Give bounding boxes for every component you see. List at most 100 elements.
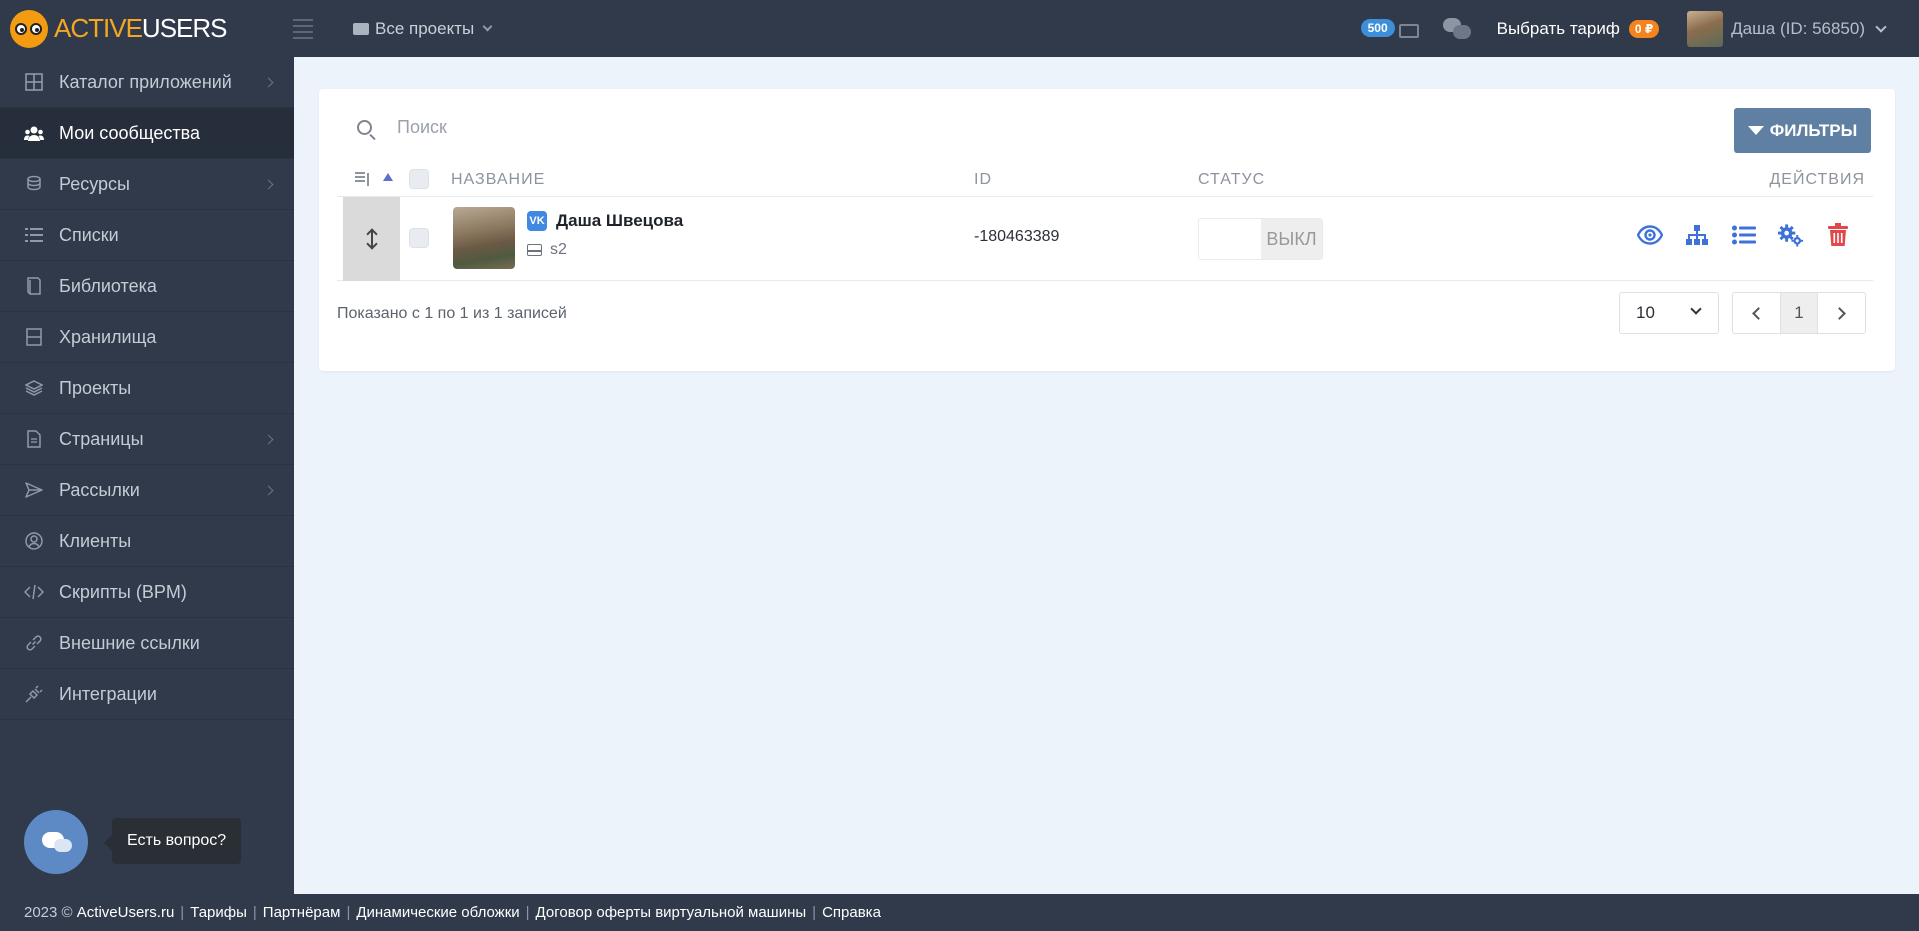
community-id: -180463389: [974, 228, 1060, 245]
sidebar-item-library[interactable]: Библиотека: [0, 261, 294, 312]
sidebar-item-lists[interactable]: Списки: [0, 210, 294, 261]
status-toggle[interactable]: ВЫКЛ: [1198, 218, 1323, 260]
row-checkbox[interactable]: [409, 228, 429, 248]
select-all-checkbox[interactable]: [409, 169, 429, 189]
footer: 2023 © ActiveUsers.ru | Тарифы | Партнёр…: [0, 894, 1919, 931]
footer-link-offer[interactable]: Договор оферты виртуальной машины: [536, 904, 807, 921]
sidebar-item-integrations[interactable]: Интеграции: [0, 669, 294, 720]
sidebar-item-communities[interactable]: Мои сообщества: [0, 108, 294, 159]
chevron-down-icon: [482, 21, 493, 32]
folder-icon: [353, 22, 369, 35]
sidebar-item-scripts[interactable]: Скрипты (BPM): [0, 567, 294, 618]
sidebar-item-label: Ресурсы: [59, 173, 130, 194]
users-icon: [24, 123, 44, 143]
chevron-right-icon: [1833, 306, 1846, 320]
sidebar-item-label: Каталог приложений: [59, 71, 232, 92]
sidebar-item-resources[interactable]: Ресурсы: [0, 159, 294, 210]
sidebar-item-storage[interactable]: Хранилища: [0, 312, 294, 363]
menu-toggle-icon[interactable]: [293, 18, 313, 39]
communities-card: Поиск ФИЛЬТРЫ НАЗВАНИЕ ID СТАТУС ДЕЙСТВИ…: [319, 89, 1895, 371]
help-chat-button[interactable]: [24, 810, 88, 874]
sidebar-item-label: Страницы: [59, 428, 144, 449]
sidebar-item-label: Библиотека: [59, 275, 157, 296]
help-tooltip[interactable]: Есть вопрос?: [103, 818, 242, 864]
storage-label: s2: [550, 241, 567, 258]
chat-icon[interactable]: [1442, 17, 1471, 40]
column-name-header[interactable]: НАЗВАНИЕ: [451, 171, 545, 189]
next-page-button[interactable]: [1818, 293, 1865, 333]
sort-asc-icon[interactable]: [383, 173, 393, 181]
projects-dropdown[interactable]: Все проекты: [353, 19, 493, 39]
trash-icon[interactable]: [1824, 221, 1851, 248]
pagination: 1: [1732, 292, 1866, 334]
chevron-right-icon: [263, 77, 274, 87]
grid-icon: [24, 72, 44, 92]
footer-link-partners[interactable]: Партнёрам: [263, 904, 341, 921]
column-status-header[interactable]: СТАТУС: [1198, 171, 1265, 189]
chevron-right-icon: [263, 434, 274, 444]
sidebar-item-label: Проекты: [59, 377, 132, 398]
prev-page-button[interactable]: [1733, 293, 1780, 333]
list-icon: [24, 225, 44, 245]
sidebar-item-label: Клиенты: [59, 530, 132, 551]
column-id-header[interactable]: ID: [974, 171, 992, 189]
search-input[interactable]: Поиск: [397, 117, 447, 138]
sidebar-item-label: Внешние ссылки: [59, 632, 200, 653]
balance-badge: 0 ₽: [1628, 19, 1660, 38]
sidebar-item-external-links[interactable]: Внешние ссылки: [0, 618, 294, 669]
storage-icon: [527, 244, 542, 256]
list-icon[interactable]: [1730, 221, 1757, 248]
top-bar: ACTIVEUSERS Все проекты 500 Выбрать тари…: [0, 0, 1919, 57]
file-icon: [24, 429, 44, 449]
user-label: Даша (ID: 56850): [1731, 18, 1865, 38]
table-header: НАЗВАНИЕ ID СТАТУС ДЕЙСТВИЯ: [337, 161, 1873, 197]
filters-label: ФИЛЬТРЫ: [1769, 120, 1858, 140]
sidebar-item-pages[interactable]: Страницы: [0, 414, 294, 465]
layers-icon: [24, 378, 44, 398]
footer-link-site[interactable]: ActiveUsers.ru: [77, 904, 175, 921]
search-bar[interactable]: Поиск: [357, 117, 447, 138]
eye-icon[interactable]: [1636, 221, 1663, 248]
filters-button[interactable]: ФИЛЬТРЫ: [1734, 108, 1871, 153]
chevron-left-icon: [1752, 306, 1765, 320]
records-info: Показано с 1 по 1 из 1 записей: [337, 305, 567, 322]
sidebar-item-projects[interactable]: Проекты: [0, 363, 294, 414]
logo[interactable]: ACTIVEUSERS: [0, 0, 293, 57]
user-circle-icon: [24, 531, 44, 551]
sort-icon[interactable]: [353, 172, 373, 188]
sidebar-item-mailings[interactable]: Рассылки: [0, 465, 294, 516]
community-name[interactable]: Даша Швецова: [556, 211, 683, 231]
chevron-down-icon: [1690, 303, 1702, 315]
sidebar-item-label: Хранилища: [59, 326, 157, 347]
drag-handle-icon[interactable]: [343, 197, 400, 281]
send-icon: [24, 480, 44, 500]
gears-icon[interactable]: [1777, 221, 1804, 248]
copyright: 2023 ©: [24, 904, 73, 921]
status-off-label: ВЫКЛ: [1261, 219, 1322, 259]
footer-link-tariffs[interactable]: Тарифы: [190, 904, 247, 921]
sidebar-item-clients[interactable]: Клиенты: [0, 516, 294, 567]
footer-link-covers[interactable]: Динамические обложки: [356, 904, 519, 921]
sitemap-icon[interactable]: [1683, 221, 1710, 248]
book-icon: [24, 276, 44, 296]
sidebar-item-label: Мои сообщества: [59, 122, 201, 143]
sidebar-item-label: Интеграции: [59, 683, 157, 704]
sidebar: Каталог приложений Мои сообщества Ресурс…: [0, 57, 294, 894]
row-actions: [1636, 221, 1851, 248]
filter-icon: [1747, 126, 1764, 135]
sidebar-item-label: Скрипты (BPM): [59, 581, 187, 602]
storage-icon: [24, 327, 44, 347]
coins-icon: [24, 174, 44, 194]
page-1-button[interactable]: 1: [1780, 293, 1818, 333]
footer-link-help[interactable]: Справка: [822, 904, 881, 921]
sidebar-item-label: Списки: [59, 224, 119, 245]
user-menu[interactable]: Даша (ID: 56850): [1687, 10, 1887, 47]
vk-icon: VK: [527, 211, 547, 231]
sidebar-item-label: Рассылки: [59, 479, 140, 500]
plug-icon: [24, 684, 44, 704]
sidebar-item-catalog[interactable]: Каталог приложений: [0, 57, 294, 108]
choose-tariff-button[interactable]: Выбрать тариф 0 ₽: [1497, 19, 1660, 39]
credits-indicator[interactable]: 500: [1360, 14, 1421, 44]
per-page-select[interactable]: 10: [1619, 292, 1719, 334]
chevron-right-icon: [263, 179, 274, 189]
